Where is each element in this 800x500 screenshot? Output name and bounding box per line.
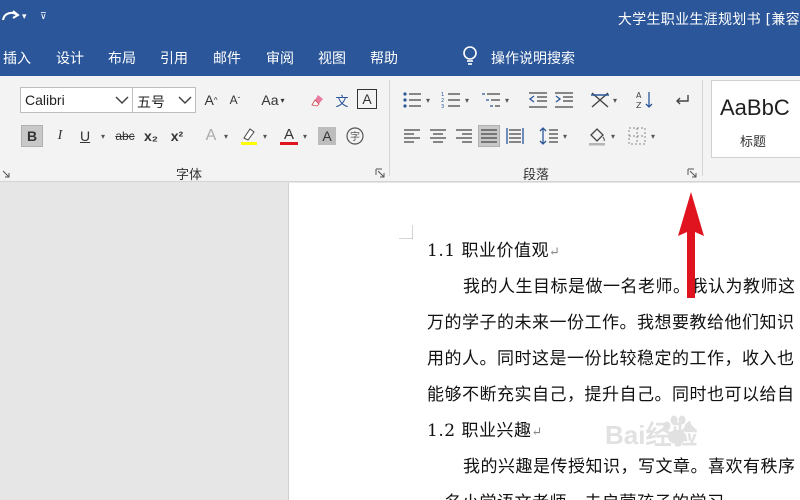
tell-me-search[interactable]: 操作说明搜索 (491, 48, 575, 68)
tab-mailings[interactable]: 邮件 (213, 48, 241, 68)
subscript-button[interactable]: x₂ (140, 125, 162, 147)
increase-indent-icon[interactable] (553, 89, 575, 111)
grow-font-button[interactable]: A ^ (200, 89, 222, 111)
tab-review[interactable]: 审阅 (266, 48, 294, 68)
sort-icon[interactable]: AZ (634, 89, 656, 111)
font-dialog-launcher-icon[interactable] (375, 168, 385, 178)
group-separator (389, 80, 390, 176)
line-spacing-dropdown-icon[interactable]: ▾ (561, 125, 569, 147)
tab-view[interactable]: 视图 (318, 48, 346, 68)
highlight-dropdown-icon[interactable]: ▾ (261, 125, 269, 147)
tab-references[interactable]: 引用 (160, 48, 188, 68)
svg-text:字: 字 (350, 130, 360, 143)
ribbon-tabs: 插入 设计 布局 引用 邮件 审阅 视图 帮助 操作说明搜索 (0, 36, 800, 76)
distributed-icon[interactable] (504, 125, 526, 147)
text-effects-dropdown-icon[interactable]: ▾ (222, 125, 230, 147)
align-center-icon[interactable] (427, 125, 449, 147)
font-name-combo[interactable]: Calibri (20, 87, 133, 113)
bullets-dropdown-icon[interactable]: ▾ (424, 89, 432, 111)
lightbulb-icon (463, 46, 477, 65)
title-bar: ▾ ⊽ 大学生职业生涯规划书 [兼容 (0, 0, 800, 36)
shrink-font-button[interactable]: Aˇ (224, 89, 246, 111)
character-border-button[interactable]: A (357, 89, 377, 109)
change-case-button[interactable]: Aa ▾ (258, 89, 288, 111)
baidu-watermark: Bai经验 (585, 400, 800, 500)
bullets-icon[interactable] (401, 89, 423, 111)
paragraph-line[interactable]: 万的学子的未来一份工作。我想要教给他们知识 (427, 308, 795, 333)
borders-dropdown-icon[interactable]: ▾ (649, 125, 657, 147)
annotation-arrow (678, 192, 704, 298)
paint-bucket-icon[interactable] (586, 125, 608, 147)
document-background (0, 183, 288, 500)
character-shading-button[interactable]: A (318, 127, 336, 145)
svg-text:3: 3 (441, 104, 444, 109)
justify-icon[interactable] (478, 125, 500, 147)
style-heading[interactable]: AaBbC 标题 (711, 80, 800, 158)
chinese-layout-dropdown-icon[interactable]: ▾ (611, 89, 619, 111)
bold-button[interactable]: B (21, 125, 43, 147)
ribbon-home: Calibri 五号 A ^ Aˇ Aa ▾ 文 A B I U ▾ abc x₂ … (0, 76, 800, 183)
align-right-icon[interactable] (453, 125, 475, 147)
heading-1-1[interactable]: 1.1 职业价值观↵ (427, 236, 560, 261)
line-spacing-icon[interactable] (538, 125, 560, 147)
chevron-down-icon (178, 96, 192, 105)
enclose-characters-button[interactable]: 字 (344, 125, 366, 147)
underline-dropdown-icon[interactable]: ▾ (99, 125, 107, 147)
watermark-text: Bai经验 (605, 420, 698, 450)
strikethrough-button[interactable]: abc (112, 125, 138, 147)
svg-text:Z: Z (636, 101, 642, 110)
show-paragraph-marks-icon[interactable] (670, 89, 692, 111)
tab-insert[interactable]: 插入 (3, 48, 31, 68)
chevron-down-icon (115, 96, 129, 105)
tab-layout[interactable]: 布局 (108, 48, 136, 68)
tab-help[interactable]: 帮助 (370, 48, 398, 68)
paragraph-group-label: 段落 (523, 168, 550, 183)
decrease-indent-icon[interactable] (527, 89, 549, 111)
document-title: 大学生职业生涯规划书 [兼容 (617, 12, 800, 28)
font-group-label: 字体 (176, 168, 203, 183)
chinese-layout-icon[interactable] (589, 89, 611, 111)
margin-corner-mark (399, 225, 413, 239)
multilevel-list-icon[interactable] (480, 89, 502, 111)
customize-qat-icon[interactable]: ⊽ (40, 12, 47, 22)
paragraph-line[interactable]: 用的人。同时这是一份比较稳定的工作，收入也 (427, 344, 795, 369)
multilevel-dropdown-icon[interactable]: ▾ (503, 89, 511, 111)
font-color-button[interactable]: A (278, 125, 300, 147)
font-size-combo[interactable]: 五号 (132, 87, 196, 113)
tab-design[interactable]: 设计 (56, 48, 84, 68)
paragraph-dialog-launcher-icon[interactable] (687, 168, 697, 178)
numbering-dropdown-icon[interactable]: ▾ (463, 89, 471, 111)
clear-formatting-icon[interactable] (306, 89, 328, 111)
group-separator (702, 80, 703, 176)
numbering-icon[interactable]: 123 (440, 89, 462, 111)
heading-1-2[interactable]: 1.2 职业兴趣↵ (427, 416, 543, 441)
highlight-button[interactable] (238, 125, 260, 147)
superscript-button[interactable]: x² (166, 125, 188, 147)
clipboard-dialog-launcher-icon[interactable] (0, 168, 10, 178)
text-effects-button[interactable]: A (200, 125, 222, 147)
qat-dropdown-icon[interactable]: ▾ (22, 12, 27, 22)
borders-icon[interactable] (626, 125, 648, 147)
underline-button[interactable]: U (74, 125, 96, 147)
font-color-dropdown-icon[interactable]: ▾ (301, 125, 309, 147)
align-left-icon[interactable] (401, 125, 423, 147)
italic-button[interactable]: I (49, 125, 71, 147)
svg-text:A: A (636, 91, 642, 100)
phonetic-guide-button[interactable]: 文 (331, 89, 353, 111)
paragraph-line[interactable]: 我的人生目标是做一名老师。我认为教师这 (463, 272, 796, 297)
redo-icon[interactable] (0, 6, 24, 28)
shading-dropdown-icon[interactable]: ▾ (609, 125, 617, 147)
